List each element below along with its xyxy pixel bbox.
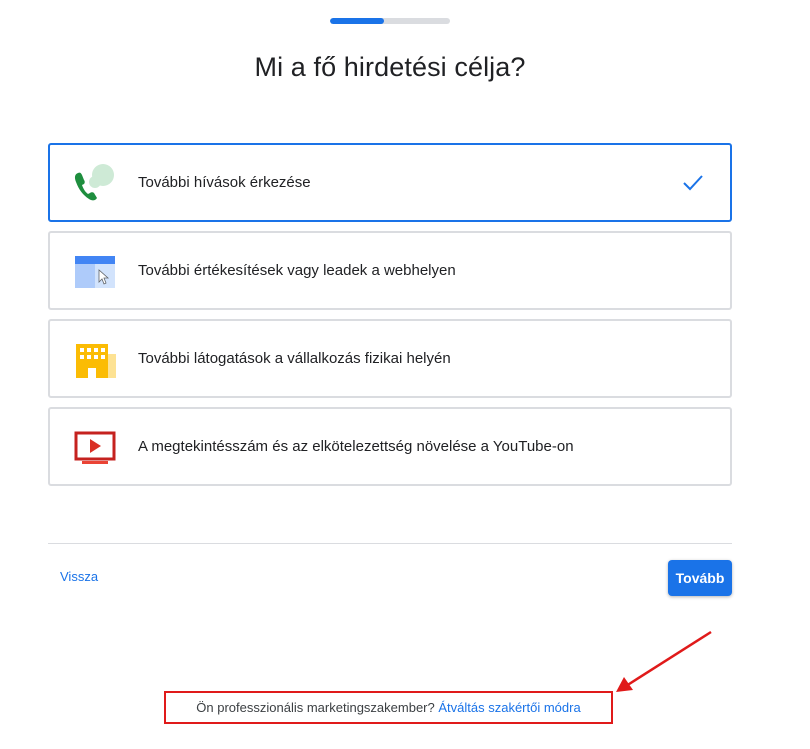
option-more-visits[interactable]: További látogatások a vállalkozás fizika… <box>48 319 732 398</box>
option-label: A megtekintésszám és az elkötelezettség … <box>138 438 574 455</box>
expert-mode-link[interactable]: Átváltás szakértői módra <box>438 700 580 715</box>
youtube-play-icon <box>74 431 116 464</box>
storefront-building-icon <box>76 344 116 378</box>
option-label: További értékesítések vagy leadek a webh… <box>138 262 456 279</box>
page-title: Mi a fő hirdetési célja? <box>254 52 526 82</box>
goal-options-list: További hívások érkezése További értékes… <box>48 143 732 495</box>
option-youtube-engagement[interactable]: A megtekintésszám és az elkötelezettség … <box>48 407 732 486</box>
option-more-calls[interactable]: További hívások érkezése <box>48 143 732 222</box>
option-more-sales-leads[interactable]: További értékesítések vagy leadek a webh… <box>48 231 732 310</box>
progress-bar <box>330 18 450 24</box>
checkmark-icon <box>683 175 703 191</box>
annotation-arrow-icon <box>616 630 712 692</box>
webpage-cursor-icon <box>75 256 115 288</box>
next-button[interactable]: Tovább <box>668 560 732 596</box>
phone-chat-icon <box>74 164 114 201</box>
option-label: További hívások érkezése <box>138 174 311 191</box>
back-link[interactable]: Vissza <box>60 569 98 584</box>
expert-question: Ön professzionális marketingszakember? <box>196 700 435 715</box>
expert-mode-highlight: Ön professzionális marketingszakember? Á… <box>164 691 613 724</box>
option-label: További látogatások a vállalkozás fizika… <box>138 350 451 367</box>
footer-divider <box>48 543 732 544</box>
progress-bar-fill <box>330 18 384 24</box>
